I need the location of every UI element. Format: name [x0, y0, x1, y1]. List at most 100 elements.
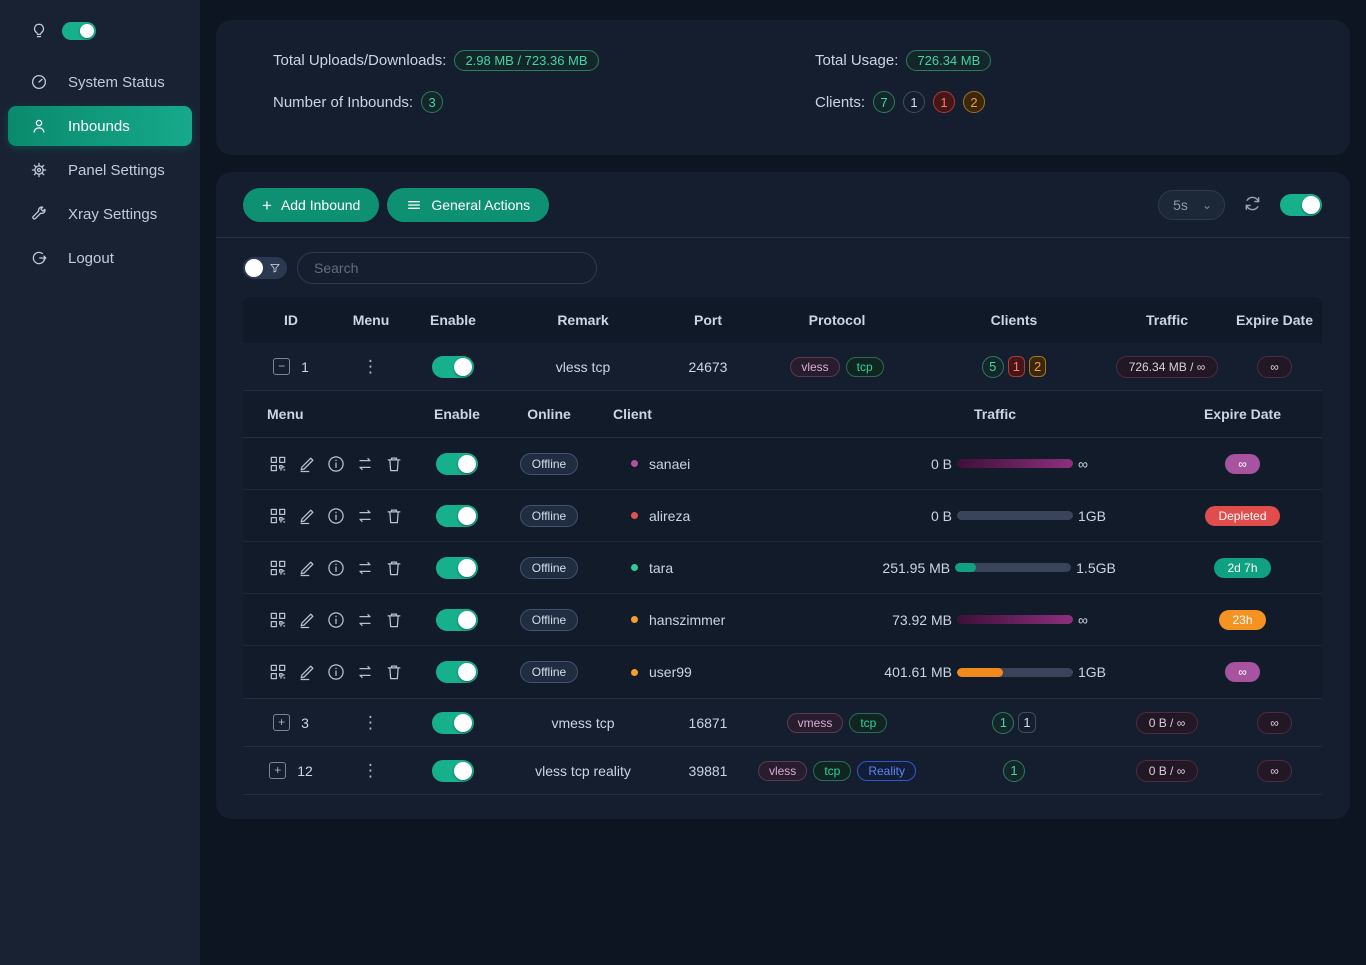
info-icon[interactable]: [325, 505, 347, 527]
client-name-cell: tara: [595, 560, 827, 576]
add-inbound-button[interactable]: + Add Inbound: [243, 188, 379, 222]
toggle-knob: [458, 611, 476, 629]
inbound-enable-toggle[interactable]: [432, 712, 474, 734]
sidebar-item-system-status[interactable]: System Status: [8, 62, 192, 102]
edit-icon[interactable]: [296, 609, 318, 631]
client-row: Offline hanszimmer 73.92 MB ∞ 23h: [243, 594, 1322, 646]
traffic-used: 0 B: [876, 456, 952, 472]
theme-toggle[interactable]: [62, 22, 96, 40]
traffic-bar: [957, 615, 1073, 624]
inbound-expire-badge: ∞: [1257, 356, 1292, 378]
info-icon[interactable]: [325, 453, 347, 475]
toggle-knob: [454, 762, 472, 780]
client-enable-toggle[interactable]: [436, 609, 478, 631]
delete-icon[interactable]: [383, 661, 405, 683]
client-name: sanaei: [649, 456, 690, 472]
row-menu-button[interactable]: ⋮: [362, 357, 380, 376]
client-count-badges: 5 1 2: [921, 356, 1107, 378]
qrcode-icon[interactable]: [267, 609, 289, 631]
user-icon: [30, 117, 48, 135]
refresh-interval-select[interactable]: 5s ⌄: [1158, 190, 1225, 220]
protocol-badge: tcp: [813, 761, 851, 781]
inbound-traffic-badge: 726.34 MB / ∞: [1116, 356, 1219, 378]
search-row: [243, 252, 1322, 284]
traffic-limit: 1GB: [1078, 508, 1114, 524]
refresh-icon[interactable]: [1243, 194, 1262, 216]
expand-button[interactable]: +: [273, 714, 290, 731]
client-name: tara: [649, 560, 673, 576]
client-enable-toggle[interactable]: [436, 661, 478, 683]
qrcode-icon[interactable]: [267, 453, 289, 475]
protocol-badge: vless: [758, 761, 807, 781]
inbound-enable-toggle[interactable]: [432, 760, 474, 782]
delete-icon[interactable]: [383, 505, 405, 527]
col-menu: Menu: [339, 312, 403, 328]
qrcode-icon[interactable]: [267, 505, 289, 527]
search-input[interactable]: [297, 252, 597, 284]
collapse-button[interactable]: −: [273, 358, 290, 375]
stats-card: Total Uploads/Downloads: 2.98 MB / 723.3…: [216, 20, 1350, 155]
client-name: user99: [649, 664, 692, 680]
protocol-badge: Reality: [857, 761, 916, 781]
traffic-bar-fill: [957, 459, 1073, 468]
protocol-badge: tcp: [846, 357, 884, 377]
delete-icon[interactable]: [383, 453, 405, 475]
client-color-dot: [631, 564, 638, 571]
hamburger-icon: [406, 197, 422, 213]
info-icon[interactable]: [325, 661, 347, 683]
online-status-badge: Offline: [520, 505, 578, 527]
traffic-limit: 1GB: [1078, 664, 1114, 680]
general-actions-button[interactable]: General Actions: [387, 188, 549, 222]
expand-button[interactable]: +: [269, 762, 286, 779]
traffic-bar: [957, 668, 1073, 677]
sidebar-item-logout[interactable]: Logout: [8, 238, 192, 278]
sidebar-item-xray-settings[interactable]: Xray Settings: [8, 194, 192, 234]
id-cell: − 1: [243, 358, 339, 375]
stats-right-column: Total Usage: 726.34 MB Clients: 7 1 1 2: [815, 47, 991, 155]
row-menu-button[interactable]: ⋮: [362, 713, 380, 732]
sidebar-item-label: Logout: [68, 250, 114, 267]
info-icon[interactable]: [325, 609, 347, 631]
reset-traffic-icon[interactable]: [354, 505, 376, 527]
sidebar-item-panel-settings[interactable]: Panel Settings: [8, 150, 192, 190]
inbound-row: + 3 ⋮ vmess tcp 16871 vmess tcp 1 1 0 B …: [243, 699, 1322, 747]
table-header: ID Menu Enable Remark Port Protocol Clie…: [243, 297, 1322, 343]
info-icon[interactable]: [325, 557, 347, 579]
traffic-bar-fill: [955, 563, 976, 572]
qrcode-icon[interactable]: [267, 661, 289, 683]
client-row: Offline sanaei 0 B ∞ ∞: [243, 438, 1322, 490]
inbound-remark: vless tcp: [503, 359, 663, 375]
client-actions: [243, 661, 411, 683]
client-enable-toggle[interactable]: [436, 453, 478, 475]
delete-icon[interactable]: [383, 557, 405, 579]
client-enable-toggle[interactable]: [436, 557, 478, 579]
edit-icon[interactable]: [296, 505, 318, 527]
qrcode-icon[interactable]: [267, 557, 289, 579]
edit-icon[interactable]: [296, 557, 318, 579]
clients-expiring-count: 2: [1029, 356, 1046, 377]
client-name-cell: sanaei: [595, 456, 827, 472]
reset-traffic-icon[interactable]: [354, 557, 376, 579]
toggle-knob: [458, 663, 476, 681]
row-menu-button[interactable]: ⋮: [362, 761, 380, 780]
col-traffic: Traffic: [1107, 312, 1227, 328]
edit-icon[interactable]: [296, 661, 318, 683]
inbound-enable-toggle[interactable]: [432, 356, 474, 378]
sidebar-item-inbounds[interactable]: Inbounds: [8, 106, 192, 146]
auto-refresh-toggle[interactable]: [1280, 194, 1322, 216]
online-status-badge: Offline: [520, 557, 578, 579]
inbounds-table: ID Menu Enable Remark Port Protocol Clie…: [243, 297, 1322, 795]
filter-toggle[interactable]: [243, 257, 287, 279]
reset-traffic-icon[interactable]: [354, 661, 376, 683]
subcol-enable: Enable: [411, 406, 503, 422]
edit-icon[interactable]: [296, 453, 318, 475]
col-protocol: Protocol: [753, 312, 921, 328]
reset-traffic-icon[interactable]: [354, 609, 376, 631]
delete-icon[interactable]: [383, 609, 405, 631]
toggle-knob: [458, 559, 476, 577]
inbound-row: + 12 ⋮ vless tcp reality 39881 vless tcp…: [243, 747, 1322, 795]
client-enable-toggle[interactable]: [436, 505, 478, 527]
dashboard-icon: [30, 73, 48, 91]
reset-traffic-icon[interactable]: [354, 453, 376, 475]
traffic-limit: ∞: [1078, 612, 1114, 628]
